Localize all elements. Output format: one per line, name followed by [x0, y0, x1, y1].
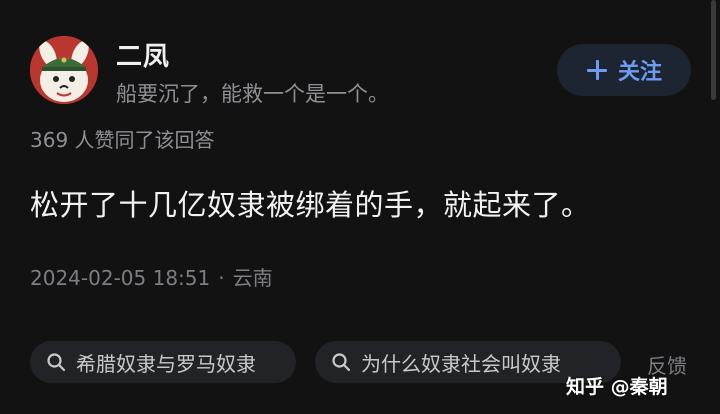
answer-location: 云南: [232, 266, 273, 290]
plus-icon: [586, 59, 608, 81]
upvote-count: 369 人赞同了该回答: [30, 128, 215, 152]
answer-timestamp: 2024-02-05 18:51: [30, 266, 211, 290]
related-search-label: 为什么奴隶社会叫奴隶: [361, 351, 561, 376]
watermark: 知乎 @秦朝: [566, 376, 668, 398]
avatar-cartoon-icon: [30, 36, 98, 104]
meta-separator: ·: [218, 266, 225, 290]
related-search-label: 希腊奴隶与罗马奴隶: [76, 351, 256, 376]
author-name[interactable]: 二凤: [116, 36, 170, 73]
follow-button[interactable]: 关注: [557, 44, 691, 96]
author-bio: 船要沉了，能救一个是一个。: [116, 82, 389, 106]
search-icon: [332, 353, 351, 372]
answer-content: 松开了十几亿奴隶被绑着的手，就起来了。: [30, 188, 591, 222]
answer-meta: 2024-02-05 18:51 · 云南: [30, 262, 273, 291]
answer-screen: 二凤 船要沉了，能救一个是一个。 关注 369 人赞同了该回答 松开了十几亿奴隶…: [0, 0, 720, 414]
avatar[interactable]: [30, 36, 98, 104]
related-search-tag[interactable]: 希腊奴隶与罗马奴隶: [30, 341, 296, 383]
scrollbar[interactable]: [711, 0, 716, 100]
follow-button-label: 关注: [617, 60, 662, 85]
search-icon: [47, 353, 66, 372]
